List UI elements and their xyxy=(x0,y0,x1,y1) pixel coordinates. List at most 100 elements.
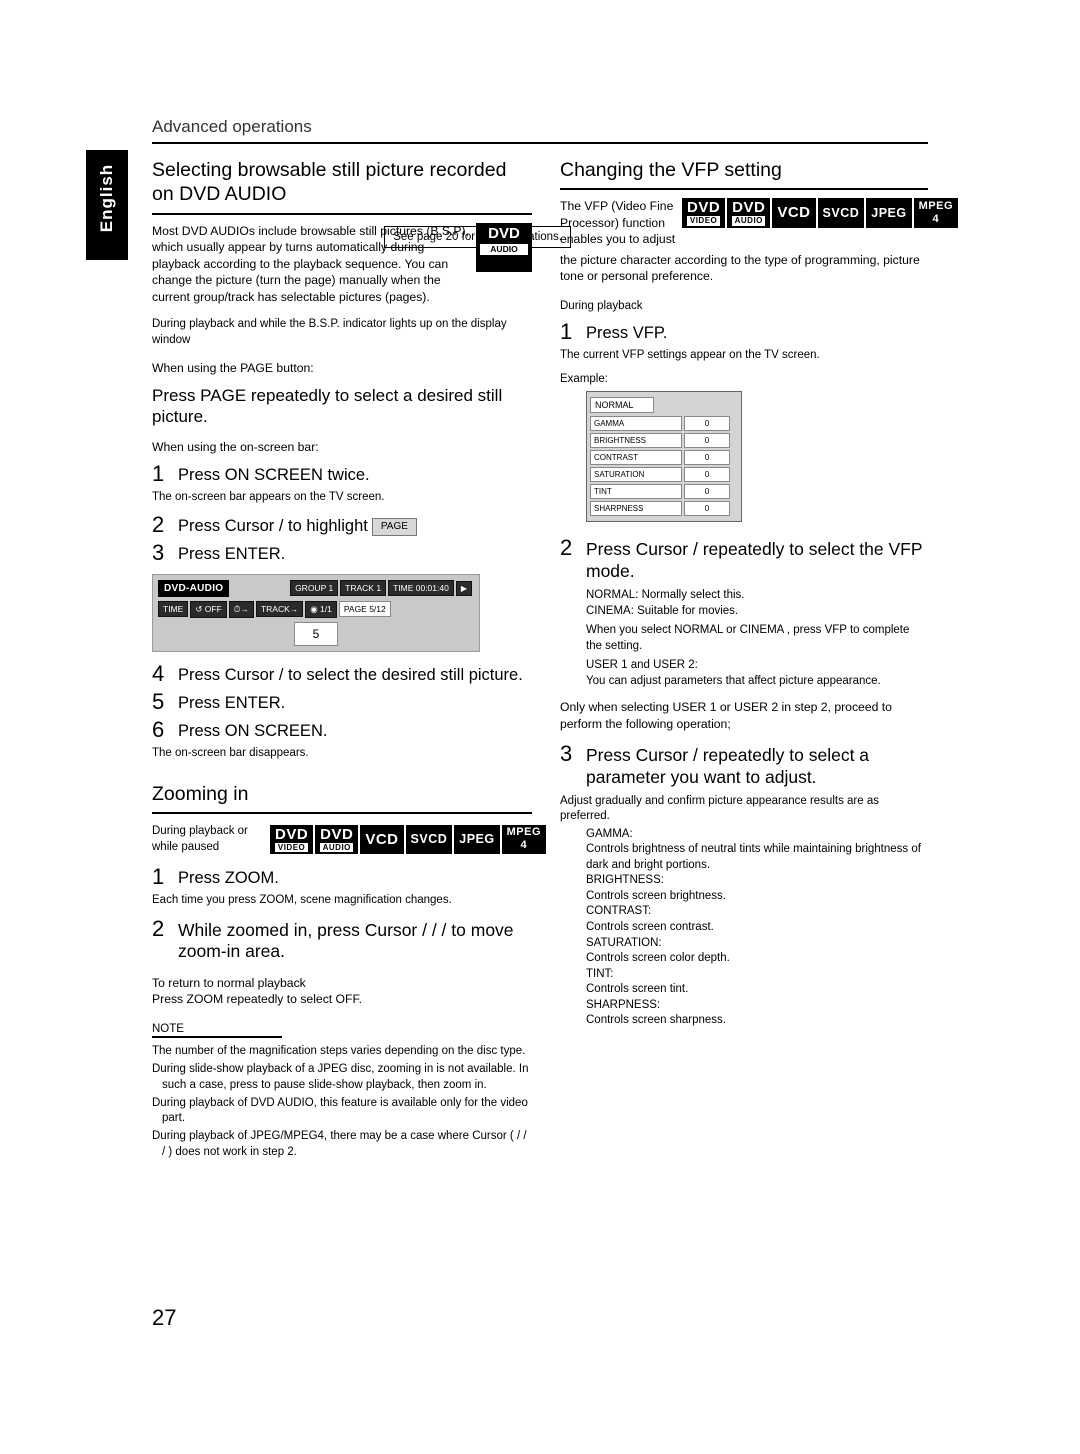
left-step-4-number: 4 xyxy=(152,660,165,686)
vfp-intro-row: The VFP (Video Fine Processor) function … xyxy=(560,198,959,247)
right-section-heading: Changing the VFP setting xyxy=(560,159,782,181)
osb-top-row: DVD-AUDIO GROUP 1 TRACK 1 TIME 00:01:40 … xyxy=(158,579,474,597)
arrow-icon: → xyxy=(289,604,299,615)
vfp-example-panel: NORMAL GAMMA 0 BRIGHTNESS 0 CONTRAST 0 S… xyxy=(586,391,742,523)
vfp-step-2-after: Only when selecting USER 1 or USER 2 in … xyxy=(560,700,892,731)
param-desc: Controls screen tint. xyxy=(586,983,689,996)
vfp-param-name: TINT xyxy=(590,484,682,500)
left-step-1: 1 Press ON SCREEN twice. xyxy=(152,461,532,486)
document-page: English Advanced operations See page 20 … xyxy=(0,0,1080,1454)
vfp-format-badges: DVD VIDEO DVD AUDIO VCD SVCD JPEG MPEG 4 xyxy=(682,198,960,228)
badge-mpeg4: MPEG 4 xyxy=(913,198,959,228)
badge-svcd: SVCD xyxy=(405,825,453,855)
badge-dvd-video-line1: DVD xyxy=(275,826,309,844)
zoom-step-2: 2 While zoomed in, press Cursor / / / to… xyxy=(152,916,532,963)
badge-svcd-line1: SVCD xyxy=(410,832,448,847)
vfp-step-1-number: 1 xyxy=(560,319,573,345)
badge-jpeg-line1: JPEG xyxy=(871,205,907,220)
left-step-2-label: Press Cursor / to highlight xyxy=(178,517,368,536)
osb-selected-wrap: 5 xyxy=(158,621,474,646)
right-heading-rule xyxy=(560,188,928,191)
badge-mpeg4-line2: 4 xyxy=(506,839,542,852)
vfp-param-value: 0 xyxy=(684,433,730,449)
on-screen-bar-graphic: DVD-AUDIO GROUP 1 TRACK 1 TIME 00:01:40 … xyxy=(152,573,480,652)
left-step-1-text: Press ON SCREEN twice. xyxy=(178,465,370,484)
badge-dvd-audio-line2: AUDIO xyxy=(320,843,354,853)
vfp-mode-user-label: USER 1 and USER 2: xyxy=(586,659,698,672)
left-when-page-label: When using the PAGE button: xyxy=(152,361,314,376)
note-item: The number of the magnification steps va… xyxy=(152,1044,526,1057)
param-name: TINT: xyxy=(586,967,614,980)
osb-track-label: TRACK xyxy=(260,604,290,615)
osb-bottom-row: TIME ↺ OFF ⏱→ TRACK → ◉ 1/1 PAGE 5/12 xyxy=(158,600,474,618)
param-desc: Controls brightness of neutral tints whi… xyxy=(586,843,921,871)
vfp-param-row: BRIGHTNESS 0 xyxy=(590,433,738,449)
badge-vcd-line1: VCD xyxy=(777,204,811,222)
zoom-step-1-note: Each time you press ZOOM, scene magnific… xyxy=(152,894,452,907)
badge-dvd-video-line2: VIDEO xyxy=(687,216,721,226)
left-step-6: 6 Press ON SCREEN. xyxy=(152,717,532,743)
param-name: SATURATION: xyxy=(586,936,662,949)
left-step-6-number: 6 xyxy=(152,717,165,743)
left-step-3-text: Press ENTER. xyxy=(178,545,286,564)
badge-jpeg: JPEG xyxy=(866,198,912,228)
osb-repeat-label: OFF xyxy=(204,604,222,615)
note-item: During playback of JPEG/MPEG4, there may… xyxy=(152,1130,527,1159)
note-rule xyxy=(152,1036,282,1038)
clock-icon: ⏱→ xyxy=(233,603,249,614)
page-instruction: Press PAGE repeatedly to select a desire… xyxy=(152,385,503,426)
badge-vcd: VCD xyxy=(360,825,404,855)
left-step-3-number: 3 xyxy=(152,540,165,566)
vfp-step-3-note: Adjust gradually and confirm picture app… xyxy=(560,794,879,823)
vfp-panel-title: NORMAL xyxy=(590,397,654,414)
badge-dvd-audio: DVD AUDIO xyxy=(727,198,771,228)
zoom-step-2-text: While zoomed in, press Cursor / / / to m… xyxy=(178,919,514,962)
vfp-param-name: CONTRAST xyxy=(590,450,682,466)
param-name: SHARPNESS: xyxy=(586,998,661,1011)
left-column: Selecting browsable still picture record… xyxy=(152,158,547,1163)
page-number: 27 xyxy=(152,1305,177,1330)
vfp-step-2-number: 2 xyxy=(560,535,573,561)
vfp-step-2-text: Press Cursor / repeatedly to select the … xyxy=(586,539,923,581)
badge-mpeg4: MPEG 4 xyxy=(501,825,547,855)
note-block: NOTE The number of the magnification ste… xyxy=(152,1023,532,1161)
vfp-parameter-descriptions: GAMMA: Controls brightness of neutral ti… xyxy=(586,827,928,1029)
dvd-audio-badge-line1: DVD xyxy=(488,224,520,242)
osb-group-cell: GROUP 1 xyxy=(290,580,339,597)
left-step-6-text: Press ON SCREEN. xyxy=(178,722,328,741)
repeat-icon: ↺ xyxy=(195,603,205,614)
vfp-param-row: SHARPNESS 0 xyxy=(590,501,738,517)
dvd-audio-badge-line2: AUDIO xyxy=(480,243,528,255)
vfp-mode-complete-note: When you select NORMAL or CINEMA , press… xyxy=(586,624,910,652)
param-desc: Controls screen sharpness. xyxy=(586,1014,726,1027)
vfp-step-1-note: The current VFP settings appear on the T… xyxy=(560,349,820,362)
zoom-heading-rule xyxy=(152,812,532,815)
vfp-example-label: Example: xyxy=(560,372,608,385)
zoom-return-text: Press ZOOM repeatedly to select OFF. xyxy=(152,991,362,1006)
zoom-badge-row: During playback or while paused DVD VIDE… xyxy=(152,824,547,855)
note-label: NOTE xyxy=(152,1023,184,1036)
osb-selected-value: 5 xyxy=(294,621,338,646)
left-intro-text: Most DVD AUDIOs include browsable still … xyxy=(152,223,469,304)
vfp-intro-left: The VFP (Video Fine Processor) function … xyxy=(560,199,676,247)
disc-icon: ◉ xyxy=(310,603,321,614)
zoom-condition-text: During playback or while paused xyxy=(152,825,248,853)
left-when-osb-label: When using the on-screen bar: xyxy=(152,440,319,455)
dvd-audio-badge: DVD AUDIO xyxy=(476,222,532,272)
left-step-5-text: Press ENTER. xyxy=(178,693,286,712)
osb-audio-cell: ◉ 1/1 xyxy=(305,600,337,618)
left-condition-text: During playback and while the B.S.P. ind… xyxy=(152,318,507,346)
zoom-step-1-number: 1 xyxy=(152,864,165,890)
param-desc: Controls screen color depth. xyxy=(586,952,730,965)
vfp-condition-text: During playback xyxy=(560,299,643,312)
param-name: GAMMA: xyxy=(586,827,633,840)
vfp-param-row: CONTRAST 0 xyxy=(590,450,738,466)
left-section-heading: Selecting browsable still picture record… xyxy=(152,159,507,206)
vfp-param-name: SHARPNESS xyxy=(590,501,682,517)
osb-audio-label: 1/1 xyxy=(320,604,332,615)
vfp-param-name: SATURATION xyxy=(590,467,682,483)
left-step-2: 2 Press Cursor / to highlight PAGE xyxy=(152,513,532,537)
zoom-step-1: 1 Press ZOOM. xyxy=(152,864,532,890)
osb-repeat-off-cell: ↺ OFF xyxy=(190,600,227,618)
osb-time-search-cell: ⏱→ xyxy=(228,600,254,618)
